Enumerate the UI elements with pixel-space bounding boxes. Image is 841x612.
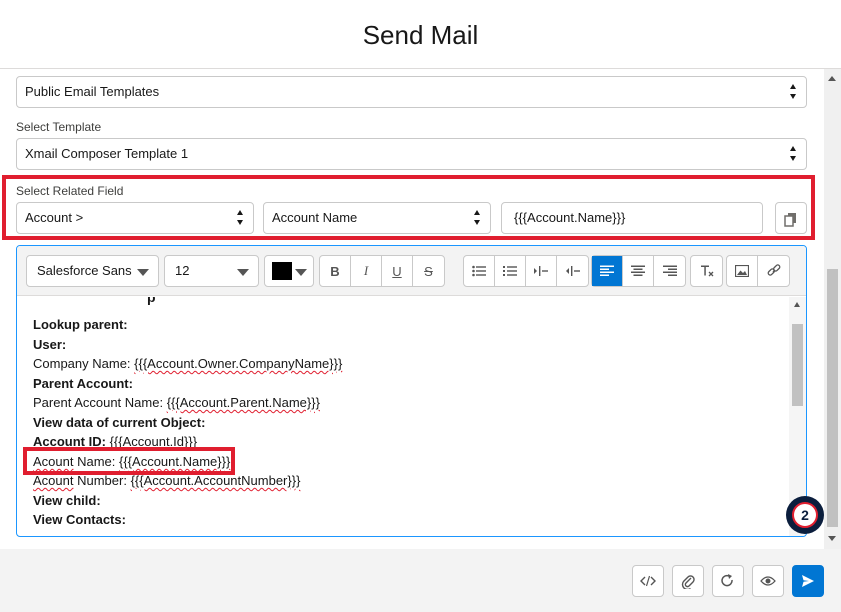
numbered-list-button[interactable] <box>495 256 526 286</box>
scrollbar-thumb[interactable] <box>827 269 838 527</box>
align-center-icon <box>631 265 645 276</box>
scroll-up-icon <box>794 302 800 307</box>
content-line: Company Name: {{{Account.Owner.CompanyNa… <box>33 356 342 371</box>
preview-button[interactable] <box>752 565 784 597</box>
link-icon <box>767 264 780 276</box>
numbered-list-icon <box>503 266 517 276</box>
outdent-button[interactable] <box>557 256 588 286</box>
bullet-list-button[interactable] <box>464 256 495 286</box>
select-caret-icon <box>790 84 798 100</box>
text-style-group: B I U S <box>319 255 445 287</box>
image-icon <box>735 265 749 277</box>
rich-text-editor[interactable]: Salesforce Sans 12 B I U S p Lookup pare… <box>16 245 807 537</box>
italic-button[interactable]: I <box>351 256 382 286</box>
insert-image-button[interactable] <box>727 256 758 286</box>
redo-icon <box>721 574 733 587</box>
send-mail-modal: Send Mail Public Email Templates Select … <box>0 0 841 612</box>
code-button[interactable] <box>632 565 664 597</box>
select-template-label: Select Template <box>16 120 102 134</box>
content-line: View Contacts: <box>33 512 126 527</box>
content-line: User: <box>33 337 67 352</box>
editor-toolbar: Salesforce Sans 12 B I U S <box>17 246 806 296</box>
content-line: Parent Account Name: {{{Account.Parent.N… <box>33 395 320 410</box>
strikethrough-icon: S <box>424 263 433 279</box>
merge-field-token: {{{Account.AccountNumber}}} <box>130 473 301 488</box>
underline-button[interactable]: U <box>382 256 413 286</box>
chevron-down-icon <box>295 269 307 276</box>
attach-button[interactable] <box>672 565 704 597</box>
modal-title: Send Mail <box>362 20 479 50</box>
send-icon <box>802 575 814 587</box>
bold-button[interactable]: B <box>320 256 351 286</box>
chevron-down-icon <box>237 269 249 276</box>
align-left-button[interactable] <box>592 256 623 286</box>
indent-button[interactable] <box>526 256 557 286</box>
redo-button[interactable] <box>712 565 744 597</box>
cut-off-heading-fragment: p <box>147 297 156 305</box>
account-name-highlight <box>23 447 235 475</box>
bold-icon: B <box>330 263 340 279</box>
attach-icon <box>681 575 695 589</box>
field-label: Parent Account Name: <box>33 395 167 410</box>
merge-field-token: {{{Account.Owner.CompanyName}}} <box>134 356 343 371</box>
insert-link-button[interactable] <box>758 256 789 286</box>
text-color-picker[interactable] <box>264 255 314 287</box>
content-line: View data of current Object: <box>33 415 206 430</box>
content-line: View child: <box>33 493 101 508</box>
bullet-list-icon <box>472 265 486 277</box>
field-label: Acount <box>33 473 74 488</box>
font-size-value: 12 <box>175 263 190 278</box>
text-color-swatch <box>272 262 292 280</box>
modal-header: Send Mail <box>0 0 841 69</box>
notification-badge[interactable]: 2 <box>786 496 824 534</box>
font-size-select[interactable]: 12 <box>164 255 259 287</box>
font-family-select[interactable]: Salesforce Sans <box>26 255 159 287</box>
template-folder-value: Public Email Templates <box>25 84 160 99</box>
content-line: Acount Number: {{{Account.AccountNumber}… <box>33 473 300 488</box>
align-right-icon <box>662 265 677 276</box>
clear-format-group <box>690 255 723 287</box>
chevron-down-icon <box>137 269 149 276</box>
preview-icon <box>760 576 776 586</box>
italic-icon: I <box>363 263 369 278</box>
align-center-button[interactable] <box>623 256 654 286</box>
list-group <box>463 255 589 287</box>
template-folder-select[interactable]: Public Email Templates <box>16 76 807 108</box>
badge-count: 2 <box>792 502 818 528</box>
insert-group <box>726 255 790 287</box>
code-icon <box>640 575 656 587</box>
content-line: Parent Account: <box>33 376 133 391</box>
scroll-down-icon <box>828 536 836 541</box>
indent-icon <box>534 266 548 276</box>
modal-scrollbar[interactable] <box>824 69 841 549</box>
select-template-value: Xmail Composer Template 1 <box>25 146 189 161</box>
align-left-icon <box>600 265 614 276</box>
content-line: Lookup parent: <box>33 317 128 332</box>
related-field-highlight <box>2 175 815 240</box>
clear-format-button[interactable] <box>691 256 722 286</box>
send-button[interactable] <box>792 565 824 597</box>
outdent-icon <box>565 266 580 276</box>
strikethrough-button[interactable]: S <box>413 256 444 286</box>
underline-icon: U <box>392 263 402 279</box>
select-caret-icon <box>790 146 798 162</box>
field-label: Company Name: <box>33 356 135 371</box>
scrollbar-thumb[interactable] <box>792 324 803 406</box>
merge-field-token: {{{Account.Parent.Name}}} <box>166 395 320 410</box>
align-right-button[interactable] <box>654 256 685 286</box>
scroll-up-icon <box>828 76 836 81</box>
clear-format-icon <box>700 265 713 276</box>
select-template-select[interactable]: Xmail Composer Template 1 <box>16 138 807 170</box>
field-label: Number: <box>73 473 131 488</box>
font-family-value: Salesforce Sans <box>37 263 132 278</box>
editor-content[interactable]: p Lookup parent: User: Company Name: {{{… <box>17 297 789 536</box>
alignment-group <box>591 255 686 287</box>
